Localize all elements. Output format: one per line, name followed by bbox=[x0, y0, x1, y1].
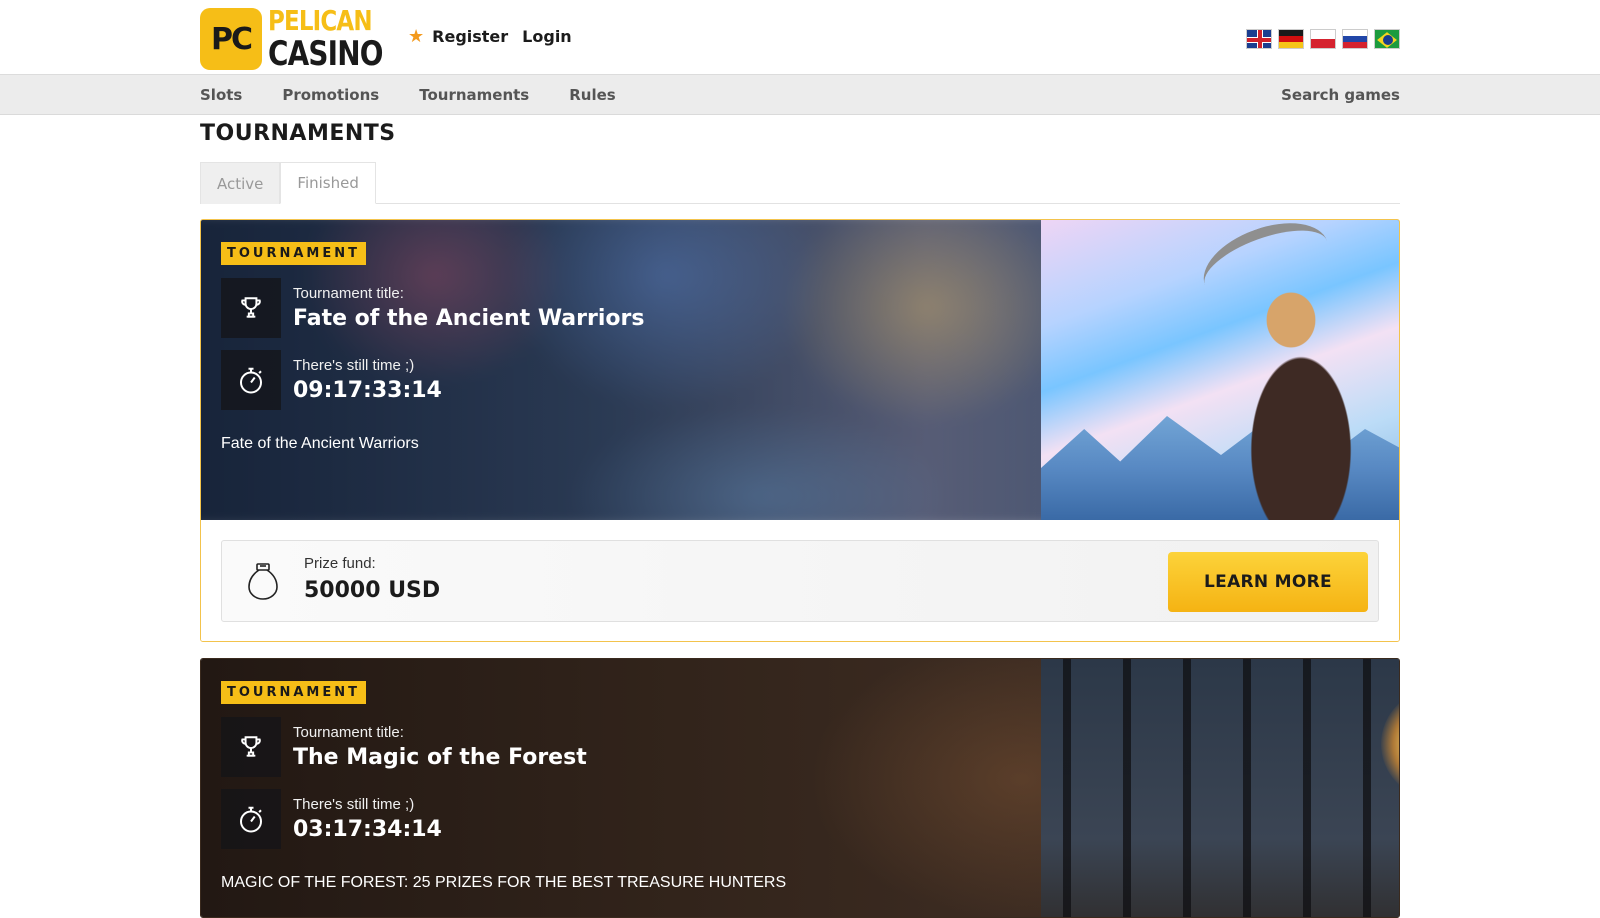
learn-more-button[interactable]: LEARN MORE bbox=[1168, 552, 1368, 612]
tournament-card: TOURNAMENT Tournament title: The Magic o… bbox=[200, 658, 1400, 918]
tournament-timer-row: There's still time ;) 03:17:34:14 bbox=[221, 789, 442, 849]
tournament-title: The Magic of the Forest bbox=[293, 745, 587, 770]
nav-item-slots[interactable]: Slots bbox=[200, 86, 242, 104]
time-left-countdown: 09:17:33:14 bbox=[293, 378, 442, 403]
russia-flag-icon[interactable] bbox=[1342, 29, 1368, 49]
nav-item-promotions[interactable]: Promotions bbox=[282, 86, 379, 104]
pelican-casino-logo[interactable]: PC PELICAN CASINO bbox=[200, 7, 408, 71]
tournament-title-label: Tournament title: bbox=[293, 724, 404, 741]
prize-fund-box: Prize fund: 50000 USD LEARN MORE bbox=[221, 540, 1379, 622]
page-title: TOURNAMENTS bbox=[200, 121, 396, 146]
language-switcher bbox=[1246, 29, 1400, 49]
tournament-title: Fate of the Ancient Warriors bbox=[293, 306, 645, 331]
tournament-timer-row: There's still time ;) 09:17:33:14 bbox=[221, 350, 442, 410]
warrior-figure bbox=[1211, 240, 1381, 520]
prize-fund-label: Prize fund: bbox=[304, 555, 376, 572]
germany-flag-icon[interactable] bbox=[1278, 29, 1304, 49]
main-nav: Slots Promotions Tournaments Rules Searc… bbox=[0, 75, 1600, 115]
search-games-link[interactable]: Search games bbox=[1281, 75, 1400, 115]
tournament-banner: TOURNAMENT Tournament title: Fate of the… bbox=[201, 220, 1399, 520]
logo-word-pelican: PELICAN bbox=[268, 4, 373, 37]
money-bag-icon bbox=[246, 561, 280, 601]
uk-flag-icon[interactable] bbox=[1246, 29, 1272, 49]
auth-links: ★ Register Login bbox=[408, 26, 572, 47]
tab-finished[interactable]: Finished bbox=[280, 162, 376, 204]
prize-fund-value: 50000 USD bbox=[304, 578, 441, 603]
tournament-description: MAGIC OF THE FOREST: 25 PRIZES FOR THE B… bbox=[221, 874, 787, 891]
poland-flag-icon[interactable] bbox=[1310, 29, 1336, 49]
tournament-footer: Prize fund: 50000 USD LEARN MORE bbox=[201, 520, 1399, 641]
logo-wordmark: PELICAN CASINO bbox=[268, 4, 408, 74]
stopwatch-icon bbox=[221, 350, 281, 410]
tournament-description: Fate of the Ancient Warriors bbox=[221, 435, 419, 452]
tournament-tag: TOURNAMENT bbox=[221, 242, 366, 265]
tournament-card: TOURNAMENT Tournament title: Fate of the… bbox=[200, 219, 1400, 642]
tournament-banner: TOURNAMENT Tournament title: The Magic o… bbox=[201, 659, 1399, 917]
logo-badge: PC bbox=[200, 8, 262, 70]
register-link[interactable]: Register bbox=[432, 27, 508, 46]
trophy-icon bbox=[221, 717, 281, 777]
stopwatch-icon bbox=[221, 789, 281, 849]
tournament-title-row: Tournament title: The Magic of the Fores… bbox=[221, 717, 587, 777]
brazil-flag-icon[interactable] bbox=[1374, 29, 1400, 49]
trophy-icon bbox=[221, 278, 281, 338]
tournament-tag: TOURNAMENT bbox=[221, 681, 366, 704]
site-header: PC PELICAN CASINO ★ Register Login bbox=[0, 0, 1600, 75]
time-left-label: There's still time ;) bbox=[293, 796, 415, 813]
star-icon: ★ bbox=[408, 26, 425, 47]
tournament-tabs: Active Finished bbox=[200, 162, 1400, 204]
nav-item-rules[interactable]: Rules bbox=[569, 86, 615, 104]
time-left-label: There's still time ;) bbox=[293, 357, 415, 374]
tab-active[interactable]: Active bbox=[200, 162, 281, 204]
login-link[interactable]: Login bbox=[522, 27, 572, 46]
tournament-title-label: Tournament title: bbox=[293, 285, 404, 302]
logo-word-casino: CASINO bbox=[268, 34, 383, 74]
nav-item-tournaments[interactable]: Tournaments bbox=[419, 86, 529, 104]
tournament-title-row: Tournament title: Fate of the Ancient Wa… bbox=[221, 278, 644, 338]
time-left-countdown: 03:17:34:14 bbox=[293, 817, 442, 842]
